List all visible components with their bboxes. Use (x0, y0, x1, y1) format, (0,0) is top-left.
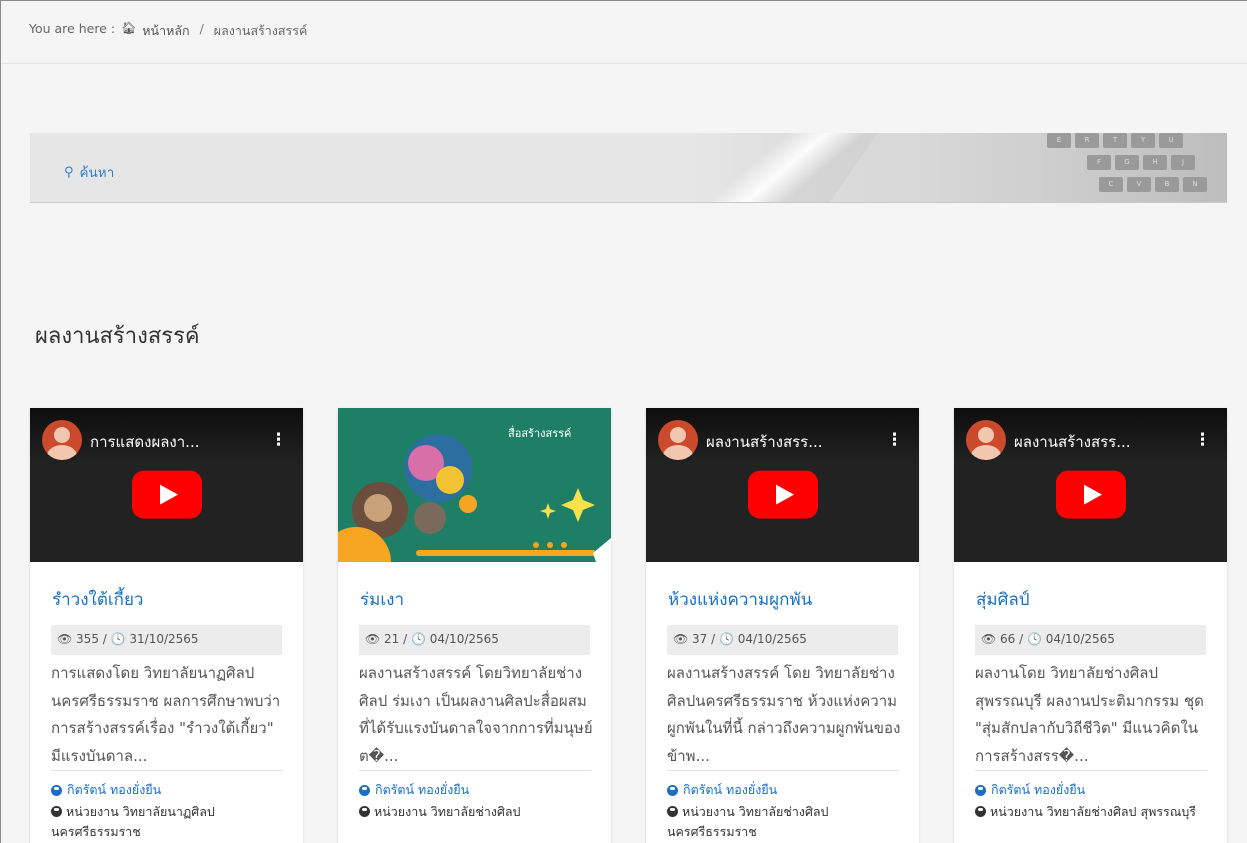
card-meta: 👁 37 / 🕓 04/10/2565 (667, 625, 898, 655)
play-button-icon[interactable] (1055, 470, 1126, 519)
play-button-icon[interactable] (131, 470, 202, 519)
divider (51, 770, 283, 771)
divider (975, 770, 1207, 771)
breadcrumb-separator: / (199, 21, 204, 36)
card-unit: หน่วยงาน วิทยาลัยช่างศิลป (359, 802, 599, 822)
channel-avatar (966, 420, 1006, 460)
breadcrumb-home-link[interactable]: หน้าหลัก (142, 21, 189, 41)
keyboard-image: E R T Y U F G H J C V B N (937, 133, 1227, 202)
card-author[interactable]: กิตรัตน์ ทองยั่งยืน (51, 780, 161, 800)
more-options-icon[interactable]: ⋮ (1194, 430, 1211, 450)
card-author[interactable]: กิตรัตน์ ทองยั่งยืน (667, 780, 777, 800)
page-title: ผลงานสร้างสรรค์ (35, 324, 200, 349)
breadcrumb-current: ผลงานสร้างสรรค์ (213, 23, 308, 38)
breadcrumb-prefix: You are here : (29, 21, 116, 36)
video-thumbnail[interactable]: ผลงานสร้างสรร... ⋮ (646, 408, 919, 562)
play-button-icon[interactable] (747, 470, 818, 519)
user-icon (667, 784, 678, 796)
search-button[interactable]: ⚲ ค้นหา (64, 161, 114, 183)
video-title: ผลงานสร้างสรร... (1014, 433, 1131, 451)
user-icon (359, 784, 370, 796)
divider (667, 770, 899, 771)
banner-decoration (667, 133, 893, 202)
video-title: การแสดงผลงา... (90, 433, 200, 451)
channel-avatar (658, 420, 698, 460)
card-author[interactable]: กิตรัตน์ ทองยั่งยืน (975, 780, 1085, 800)
card-meta: 👁 66 / 🕓 04/10/2565 (975, 625, 1206, 655)
article-card: การแสดงผลงา... ⋮ รำวงใต้เกี้ยว 👁 355 / 🕓… (30, 408, 303, 843)
card-unit: หน่วยงาน วิทยาลัยช่างศิลป สุพรรณบุรี (975, 802, 1215, 822)
card-unit: หน่วยงาน วิทยาลัยนาฏศิลป นครศรีธรรมราช (51, 804, 215, 839)
breadcrumb: You are here : 🏠︎ หน้าหลัก / ผลงานสร้างส… (1, 1, 1247, 64)
search-banner: E R T Y U F G H J C V B N ⚲ ค้นหา (30, 133, 1227, 203)
card-title-link[interactable]: สุ่มศิลป์ (976, 586, 1030, 613)
article-card: สื่อสร้างสรรค์ ร่มเงา 👁 21 / 🕓 04/10/256… (338, 408, 611, 843)
unit-icon (975, 806, 986, 817)
card-meta: 👁 355 / 🕓 31/10/2565 (51, 625, 282, 655)
card-description: ผลงานสร้างสรรค์ โดย วิทยาลัยช่างศิลปนครศ… (667, 664, 901, 765)
search-label: ค้นหา (79, 165, 115, 181)
article-card: ผลงานสร้างสรร... ⋮ ห้วงแห่งความผูกพัน 👁 … (646, 408, 919, 843)
thumbnail-caption: สื่อสร้างสรรค์ (508, 427, 572, 440)
card-title-link[interactable]: รำวงใต้เกี้ยว (52, 586, 143, 613)
user-icon (975, 784, 986, 796)
card-author[interactable]: กิตรัตน์ ทองยั่งยืน (359, 780, 469, 800)
search-icon: ⚲ (64, 164, 74, 180)
card-title-link[interactable]: ร่มเงา (360, 586, 404, 613)
card-title-link[interactable]: ห้วงแห่งความผูกพัน (668, 586, 812, 613)
article-card: ผลงานสร้างสรร... ⋮ สุ่มศิลป์ 👁 66 / 🕓 04… (954, 408, 1227, 843)
video-thumbnail[interactable]: ผลงานสร้างสรร... ⋮ (954, 408, 1227, 562)
home-icon[interactable]: 🏠︎ (121, 21, 136, 35)
card-description: ผลงานโดย วิทยาลัยช่างศิลป สุพรรณบุรี ผลง… (975, 664, 1204, 765)
unit-icon (359, 806, 370, 817)
card-unit: หน่วยงาน วิทยาลัยช่างศิลป นครศรีธรรมราช (667, 804, 829, 839)
card-description: ผลงานสร้างสรรค์ โดยวิทยาลัยช่างศิลป ร่มเ… (359, 664, 593, 765)
unit-icon (667, 806, 678, 817)
video-title: ผลงานสร้างสรร... (706, 433, 823, 451)
card-meta: 👁 21 / 🕓 04/10/2565 (359, 625, 590, 655)
more-options-icon[interactable]: ⋮ (270, 430, 287, 450)
unit-icon (51, 806, 62, 817)
user-icon (51, 784, 62, 796)
video-thumbnail[interactable]: การแสดงผลงา... ⋮ (30, 408, 303, 562)
article-thumbnail[interactable]: สื่อสร้างสรรค์ (338, 408, 611, 562)
card-description: การแสดงโดย วิทยาลัยนาฏศิลป นครศรีธรรมราช… (51, 664, 281, 765)
more-options-icon[interactable]: ⋮ (886, 430, 903, 450)
divider (359, 770, 591, 771)
channel-avatar (42, 420, 82, 460)
